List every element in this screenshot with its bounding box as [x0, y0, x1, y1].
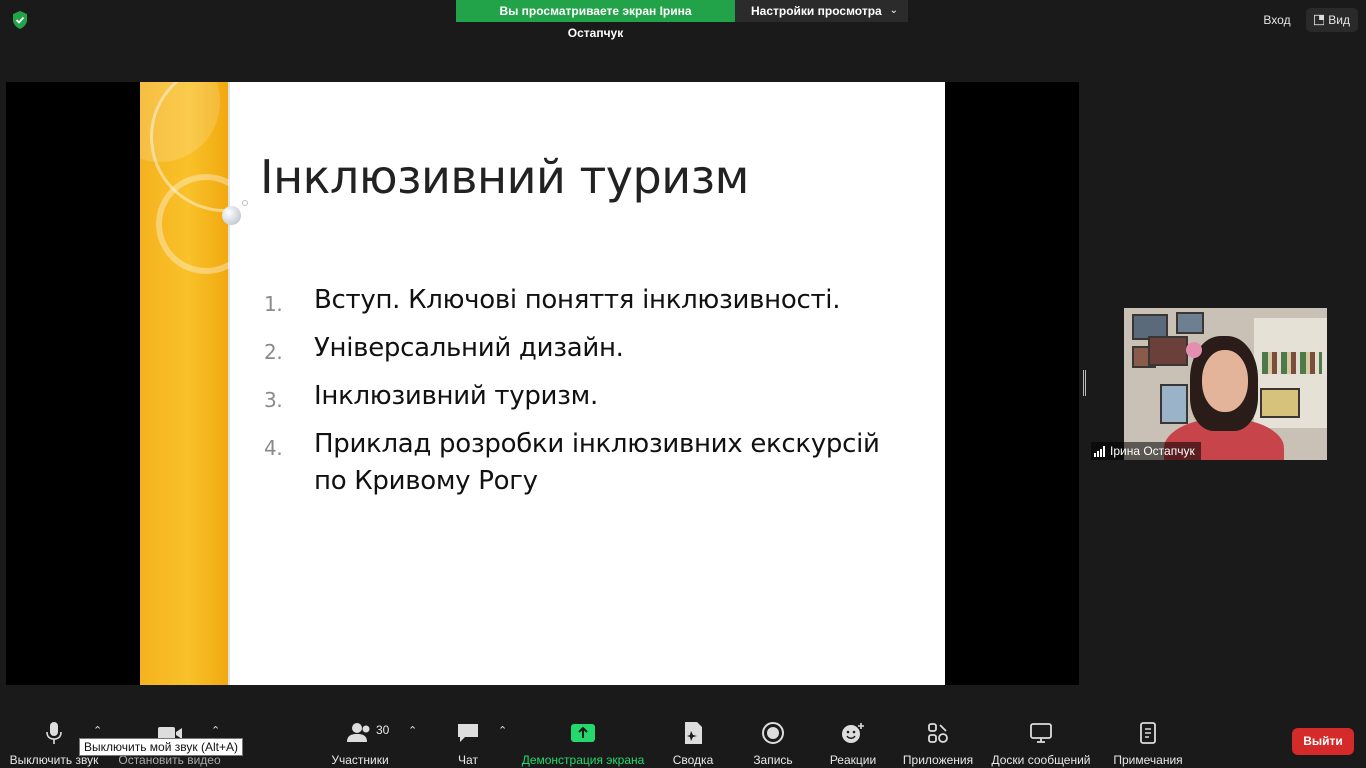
view-options-button[interactable]: Настройки просмотра ⌄ [735, 0, 908, 22]
participant-video-tile[interactable] [1124, 308, 1327, 460]
chevron-up-icon[interactable]: ⌃ [408, 724, 417, 737]
slide-decor-dot-small [242, 200, 248, 206]
chevron-up-icon[interactable]: ⌃ [211, 724, 220, 737]
mute-tooltip: Выключить мой звук (Alt+A) [79, 738, 243, 756]
login-button[interactable]: Вход [1255, 8, 1299, 32]
chat-icon [448, 720, 488, 746]
apps-icon [898, 720, 978, 746]
screen-share-banner: Вы просматриваете экран Ірина Остапчук Н… [456, 0, 908, 40]
list-item: 2. Універсальний дизайн. [264, 333, 624, 364]
summary-label: Сводка [672, 753, 714, 767]
view-options-label: Настройки просмотра [751, 4, 882, 18]
grid-view-icon [1314, 14, 1325, 26]
record-icon [748, 720, 798, 746]
list-item: 4. Приклад розробки інклюзивних екскурсій… [264, 429, 880, 496]
participant-name-tag: Ірина Остапчук [1091, 442, 1201, 460]
participants-label: Участники [331, 753, 389, 767]
summary-icon [668, 720, 718, 746]
reactions-label: Реакции [829, 753, 877, 767]
share-screen-button[interactable]: Демонстрация экрана [518, 718, 648, 768]
slide-agenda-list: 1. Вступ. Ключові поняття інклюзивності. … [264, 282, 914, 507]
slide-decor-band [140, 82, 300, 685]
chevron-up-icon[interactable]: ⌃ [93, 724, 102, 737]
record-label: Запись [753, 753, 793, 767]
share-screen-icon [518, 720, 648, 746]
shared-screen: Інклюзивний туризм 1. Вступ. Ключові поня… [6, 82, 1079, 685]
record-button[interactable]: Запись [748, 718, 798, 768]
slide-title: Інклюзивний туризм [260, 150, 749, 204]
reactions-icon [826, 720, 880, 746]
summary-button[interactable]: Сводка [668, 718, 718, 768]
participant-name: Ірина Остапчук [1110, 444, 1195, 458]
chat-button[interactable]: Чат [448, 718, 488, 768]
top-bar: Вы просматриваете экран Ірина Остапчук Н… [0, 0, 1366, 40]
reactions-button[interactable]: Реакции [826, 718, 880, 768]
presentation-slide: Інклюзивний туризм 1. Вступ. Ключові поня… [140, 82, 945, 685]
whiteboards-label: Доски сообщений [991, 753, 1091, 767]
list-item: 1. Вступ. Ключові поняття інклюзивності. [264, 285, 841, 316]
list-item: 3. Інклюзивний туризм. [264, 381, 598, 412]
participants-count: 30 [376, 723, 390, 737]
participants-button[interactable]: Участники 30 [320, 718, 400, 768]
apps-label: Приложения [902, 753, 974, 767]
notes-button[interactable]: Примечания [1110, 718, 1186, 768]
panel-resize-handle[interactable] [1083, 370, 1086, 396]
security-shield-icon[interactable] [10, 10, 30, 30]
notes-icon [1110, 720, 1186, 746]
leave-meeting-button[interactable]: Выйти [1292, 728, 1354, 755]
viewing-screen-label: Вы просматриваете экран Ірина Остапчук [456, 0, 735, 40]
whiteboards-button[interactable]: Доски сообщений [988, 718, 1094, 768]
apps-button[interactable]: Приложения [898, 718, 978, 768]
share-screen-label: Демонстрация экрана [521, 753, 645, 767]
chevron-up-icon[interactable]: ⌃ [498, 724, 507, 737]
signal-strength-icon [1094, 445, 1105, 457]
notes-label: Примечания [1113, 753, 1183, 767]
view-button[interactable]: Вид [1306, 8, 1358, 32]
view-label: Вид [1328, 13, 1350, 27]
slide-decor-dot [222, 206, 241, 225]
chevron-down-icon: ⌄ [889, 5, 898, 16]
whiteboard-icon [988, 720, 1094, 746]
chat-label: Чат [458, 753, 478, 767]
